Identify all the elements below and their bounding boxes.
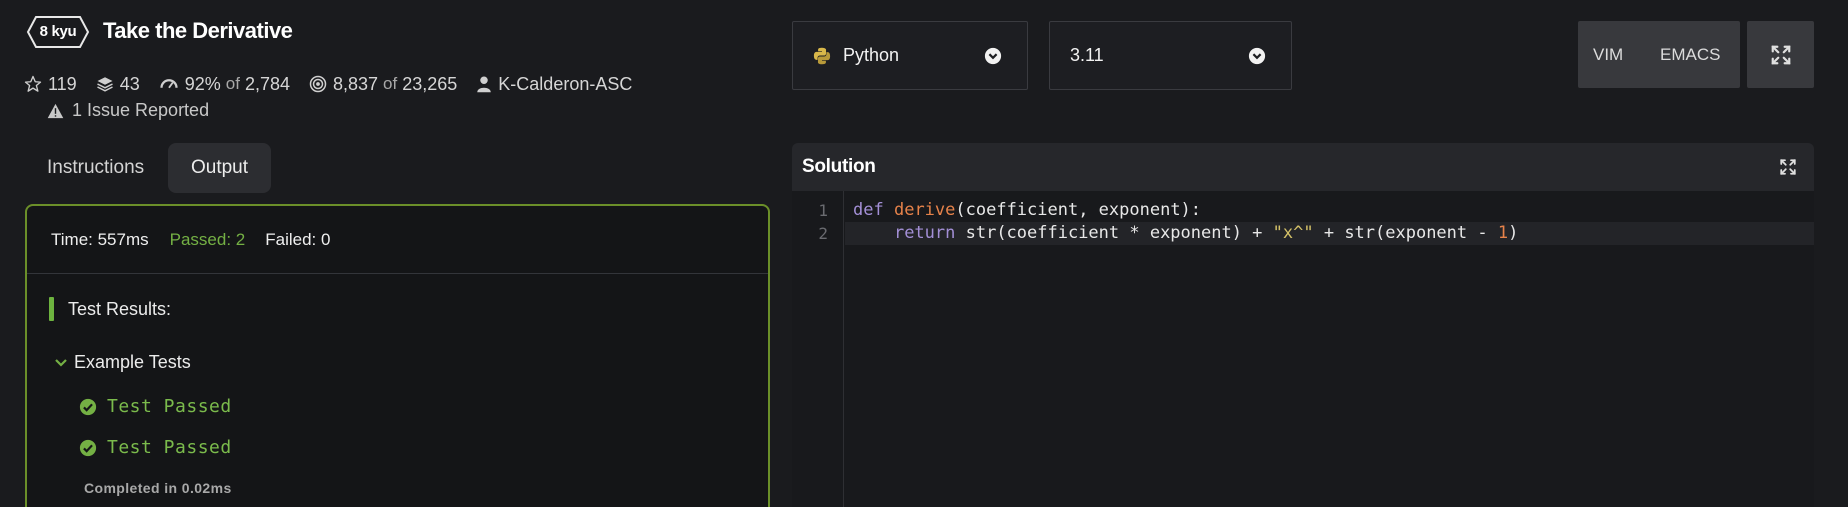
issue-label: 1 Issue Reported — [72, 100, 210, 120]
rank-label: 8 kyu — [39, 23, 77, 40]
emacs-mode-button[interactable]: EMACS — [1658, 21, 1720, 88]
test-result-item: Test Passed — [79, 396, 232, 417]
run-time: Time: 557ms — [51, 229, 149, 249]
code-line[interactable]: def derive(coefficient, exponent): — [845, 199, 1814, 222]
kata-title: Take the Derivative — [103, 18, 293, 43]
collections-stat[interactable]: 43 — [96, 74, 140, 95]
passed-count: Passed: 2 — [169, 229, 246, 249]
code-editor[interactable]: 1 2 def derive(coefficient, exponent): r… — [792, 191, 1814, 507]
python-icon — [813, 47, 831, 64]
stars-stat[interactable]: 119 — [24, 74, 77, 95]
chevron-circle-down-icon — [1248, 47, 1266, 64]
vim-mode-button[interactable]: VIM — [1578, 21, 1658, 88]
solution-title: Solution — [802, 156, 876, 177]
code-line-active[interactable]: return str(coefficient * exponent) + "x^… — [845, 222, 1814, 245]
completed-time: Completed in 0.02ms — [84, 480, 232, 496]
rank-badge: 8 kyu — [26, 15, 90, 49]
tab-output[interactable]: Output — [168, 143, 271, 193]
completed-total: 23,265 — [402, 73, 458, 94]
code-number: 1 — [1497, 223, 1509, 243]
language-select[interactable]: Python — [792, 21, 1028, 90]
test-result-item: Test Passed — [79, 437, 232, 458]
language-value: Python — [843, 45, 900, 65]
results-accent-bar — [49, 297, 54, 321]
code-function-name: derive — [893, 200, 956, 220]
code-keyword: def — [853, 200, 884, 220]
solution-header: Solution — [792, 143, 1814, 191]
code-text: + str(exponent - — [1313, 223, 1498, 243]
collections-count: 43 — [119, 73, 140, 94]
star-icon — [24, 75, 42, 92]
test-results-title: Test Results: — [68, 298, 172, 319]
layers-icon — [96, 77, 113, 92]
check-circle-icon — [79, 398, 97, 415]
stars-count: 119 — [48, 73, 77, 94]
output-panel: Time: 557ms Passed: 2 Failed: 0 Test Res… — [25, 204, 770, 507]
satisfaction-total: 2,784 — [244, 73, 290, 94]
editor-mode-group: VIM EMACS — [1578, 21, 1740, 88]
completed-count: 8,837 — [333, 73, 379, 94]
line-number: 2 — [818, 224, 828, 243]
expand-icon — [1771, 45, 1790, 64]
chevron-down-icon — [55, 358, 67, 367]
test-result-text: Test Passed — [107, 437, 232, 458]
satisfaction-of: of — [225, 74, 240, 93]
tab-instructions[interactable]: Instructions — [27, 143, 164, 193]
issue-reported-link[interactable]: 1 Issue Reported — [47, 100, 209, 121]
code-text: ) — [1508, 223, 1519, 243]
gauge-icon — [160, 79, 178, 89]
chevron-circle-down-icon — [984, 47, 1002, 64]
completed-stat: 8,837 of 23,265 — [309, 74, 457, 95]
code-text: str(coefficient * exponent) + — [955, 223, 1273, 243]
warning-icon — [47, 103, 64, 118]
code-text: (coefficient, exponent): — [955, 200, 1202, 220]
target-icon — [309, 75, 327, 93]
test-summary: Time: 557ms Passed: 2 Failed: 0 — [27, 206, 768, 274]
satisfaction-stat: 92% of 2,784 — [159, 74, 290, 95]
version-value: 3.11 — [1070, 45, 1104, 65]
fullscreen-button[interactable] — [1747, 21, 1814, 88]
satisfaction-rate: 92% — [184, 73, 221, 94]
line-number: 1 — [818, 201, 828, 220]
author-name[interactable]: K-Calderon-ASC — [498, 74, 632, 95]
expand-icon[interactable] — [1779, 158, 1797, 176]
test-result-text: Test Passed — [107, 396, 232, 417]
check-circle-icon — [79, 439, 97, 456]
example-tests-label: Example Tests — [74, 352, 191, 372]
line-number-gutter: 1 2 — [792, 191, 844, 507]
author-stat[interactable]: K-Calderon-ASC — [476, 74, 632, 95]
example-tests-toggle[interactable]: Example Tests — [55, 352, 191, 373]
test-results-header: Test Results: — [49, 296, 171, 322]
version-select[interactable]: 3.11 — [1049, 21, 1292, 90]
failed-count: Failed: 0 — [265, 229, 331, 249]
user-icon — [477, 76, 492, 93]
completed-of: of — [383, 74, 398, 93]
code-keyword: return — [893, 223, 956, 243]
code-string: "x^" — [1272, 223, 1314, 243]
kata-stats: 119 43 92% of 2,784 8,837 of 23,265 K-Ca… — [24, 72, 651, 96]
